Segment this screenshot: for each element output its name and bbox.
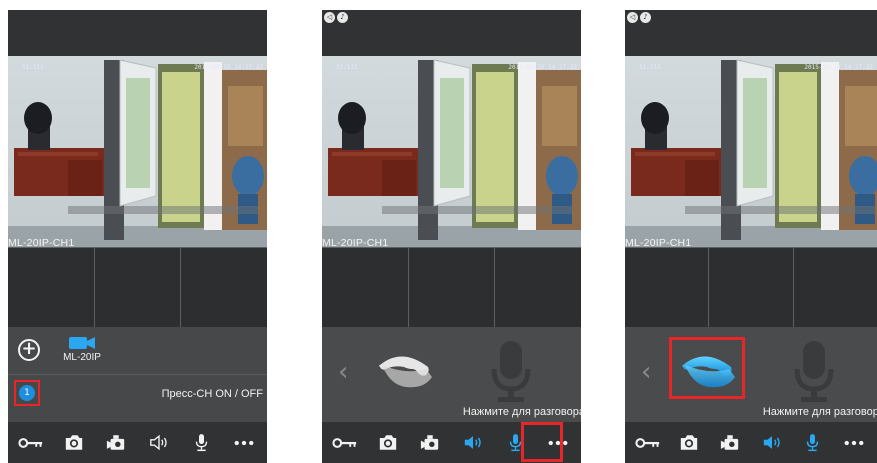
live-video-view[interactable]: 11:111 2015-08-19 14:27:22 (8, 56, 267, 247)
camera-slot[interactable] (495, 248, 581, 327)
camera-icon (378, 434, 398, 451)
top-bar: ◁ ♪ (625, 10, 877, 56)
video-overlay-timestamp: 2015-08-19 14:27:22 (508, 64, 577, 71)
camera-slot[interactable] (94, 248, 182, 327)
device-item[interactable]: ML-20IP (60, 335, 104, 363)
camera-slot[interactable] (793, 248, 877, 327)
snapshot-button[interactable] (57, 426, 91, 460)
chevron-left-icon[interactable]: ‹ (338, 357, 348, 387)
microphone-button[interactable] (796, 426, 830, 460)
unlock-button[interactable] (631, 426, 665, 460)
video-overlay-timestamp: 2015-08-19 14:27:22 (194, 64, 263, 71)
record-button[interactable] (413, 426, 447, 460)
call-panel: ‹ Нажмите для разговора (625, 327, 877, 422)
app-screen-2: ◁ ♪ 11:111 2015-08-19 14:27:22 ML-20IP-C… (322, 10, 581, 463)
microphone-button[interactable] (184, 426, 218, 460)
speaker-button[interactable] (142, 426, 176, 460)
handset-highlight (669, 337, 745, 399)
camera-grid (8, 247, 267, 327)
camera-slot[interactable] (322, 248, 409, 327)
push-to-talk-microphone-icon[interactable] (793, 339, 835, 405)
unlock-button[interactable] (328, 426, 362, 460)
camera-icon (64, 434, 84, 451)
video-overlay-timestamp: 2015-08-19 14:27:22 (804, 64, 873, 71)
video-record-icon (720, 434, 740, 451)
camera-icon (679, 434, 699, 451)
unlock-button[interactable] (14, 426, 48, 460)
channel-selector-highlight: 1 (14, 380, 40, 406)
chevron-left-icon[interactable]: ‹ (641, 357, 651, 387)
video-camera-icon (67, 335, 97, 351)
push-to-talk-microphone-icon[interactable] (490, 339, 532, 405)
record-button[interactable] (713, 426, 747, 460)
key-icon (18, 437, 44, 449)
more-button[interactable] (227, 426, 261, 460)
speaker-icon (762, 434, 782, 451)
add-device-button[interactable]: + (18, 339, 40, 361)
more-button[interactable] (837, 426, 871, 460)
device-row: + ML-20IP (8, 327, 267, 375)
microphone-highlight (521, 422, 563, 462)
bottom-toolbar (625, 422, 877, 463)
top-bar: ◁ ♪ (322, 10, 581, 56)
live-video-view[interactable]: 11:111 2015-08-19 14:27:22 (322, 56, 581, 247)
camera-slot[interactable] (408, 248, 496, 327)
video-record-icon (420, 434, 440, 451)
top-bar (8, 10, 267, 56)
video-overlay-channel: 11:111 (639, 64, 661, 71)
status-icons: ◁ ♪ (627, 12, 651, 23)
video-overlay-channel: 11:111 (336, 64, 358, 71)
device-panel: + ML-20IP 1 Пресс-CH ON / OFF (8, 327, 267, 422)
push-to-talk-hint: Нажмите для разговора (762, 406, 877, 418)
status-icons: ◁ ♪ (324, 12, 348, 23)
app-screen-1: 11:111 2015-08-19 14:27:22 ML-20IP-CH1 +… (8, 10, 267, 463)
camera-slot[interactable] (8, 248, 95, 327)
device-name: ML-20IP (63, 352, 101, 363)
microphone-icon (805, 433, 820, 452)
snapshot-button[interactable] (672, 426, 706, 460)
app-screen-3: ◁ ♪ 11:111 2015-08-19 14:27:22 ML-20IP-C… (625, 10, 877, 463)
key-icon (635, 437, 661, 449)
speaker-button[interactable] (456, 426, 490, 460)
speaker-status-icon: ◁ (627, 12, 638, 23)
video-record-icon (106, 434, 126, 451)
call-panel: ‹ Нажмите для разговора (322, 327, 581, 422)
live-video-view[interactable]: 11:111 2015-08-19 14:27:22 (625, 56, 877, 247)
camera-slot[interactable] (181, 248, 267, 327)
speaker-icon (149, 434, 169, 451)
microphone-icon (194, 433, 209, 452)
more-icon (844, 440, 864, 446)
speaker-button[interactable] (755, 426, 789, 460)
press-ch-hint: Пресс-CH ON / OFF (161, 388, 263, 400)
camera-grid (625, 247, 877, 327)
more-icon (234, 440, 254, 446)
push-to-talk-hint: Нажмите для разговора (462, 406, 581, 418)
key-icon (332, 437, 358, 449)
camera-slot[interactable] (709, 248, 794, 327)
handset-icon[interactable] (376, 349, 432, 393)
snapshot-button[interactable] (371, 426, 405, 460)
video-overlay-channel: 11:111 (22, 64, 44, 71)
record-button[interactable] (99, 426, 133, 460)
speaker-status-icon: ◁ (324, 12, 335, 23)
camera-grid (322, 247, 581, 327)
microphone-status-icon: ♪ (337, 12, 348, 23)
speaker-icon (463, 434, 483, 451)
bottom-toolbar (8, 422, 267, 463)
camera-slot[interactable] (625, 248, 710, 327)
microphone-status-icon: ♪ (640, 12, 651, 23)
channel-button[interactable]: 1 (19, 385, 35, 401)
